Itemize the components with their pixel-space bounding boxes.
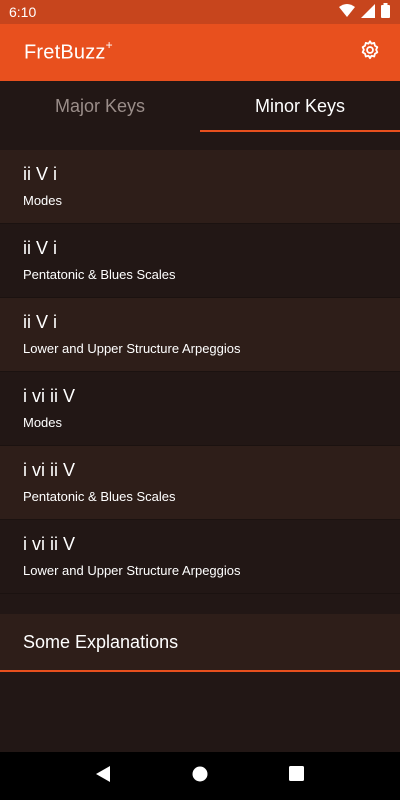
item-title: ii V i (23, 164, 58, 184)
home-button[interactable] (188, 764, 212, 788)
back-icon (95, 765, 111, 788)
list-item[interactable]: ii V i Lower and Upper Structure Arpeggi… (0, 298, 400, 372)
list-item[interactable]: i vi ii V Pentatonic & Blues Scales (0, 446, 400, 520)
app-title-superscript: + (105, 38, 113, 53)
item-subtitle: Pentatonic & Blues Scales (23, 267, 176, 282)
signal-icon (361, 3, 375, 21)
battery-icon (381, 3, 390, 21)
item-subtitle: Lower and Upper Structure Arpeggios (23, 341, 241, 356)
item-subtitle: Lower and Upper Structure Arpeggios (23, 563, 241, 578)
item-subtitle: Modes (23, 415, 63, 430)
back-button[interactable] (91, 764, 115, 788)
app-title: FretBuzz+ (24, 38, 113, 64)
list-item[interactable]: i vi ii V Lower and Upper Structure Arpe… (0, 520, 400, 594)
home-icon (192, 766, 208, 787)
some-explanations-item[interactable]: Some Explanations (0, 614, 400, 672)
status-icons (339, 3, 390, 21)
item-title: i vi ii V (23, 534, 76, 554)
list-item[interactable]: ii V i Pentatonic & Blues Scales (0, 224, 400, 298)
recents-button[interactable] (285, 764, 309, 788)
app-bar: FretBuzz+ (0, 24, 400, 81)
item-subtitle: Modes (23, 193, 63, 208)
item-title: i vi ii V (23, 460, 76, 480)
tab-major-keys[interactable]: Major Keys (0, 81, 200, 132)
progression-list: ii V i Modes ii V i Pentatonic & Blues S… (0, 150, 400, 594)
item-title: ii V i (23, 312, 58, 332)
settings-button[interactable] (358, 39, 382, 66)
recents-icon (289, 766, 305, 786)
list-item[interactable]: i vi ii V Modes (0, 372, 400, 446)
list-item[interactable]: ii V i Modes (0, 150, 400, 224)
wifi-icon (339, 3, 355, 21)
item-title: ii V i (23, 238, 58, 258)
gear-icon (359, 39, 381, 66)
key-tabs: Major Keys Minor Keys (0, 81, 400, 132)
system-nav-bar (0, 752, 400, 800)
tab-minor-keys[interactable]: Minor Keys (200, 81, 400, 132)
status-bar: 6:10 (0, 0, 400, 24)
item-title: i vi ii V (23, 386, 76, 406)
item-subtitle: Pentatonic & Blues Scales (23, 489, 176, 504)
status-time: 6:10 (9, 4, 37, 20)
